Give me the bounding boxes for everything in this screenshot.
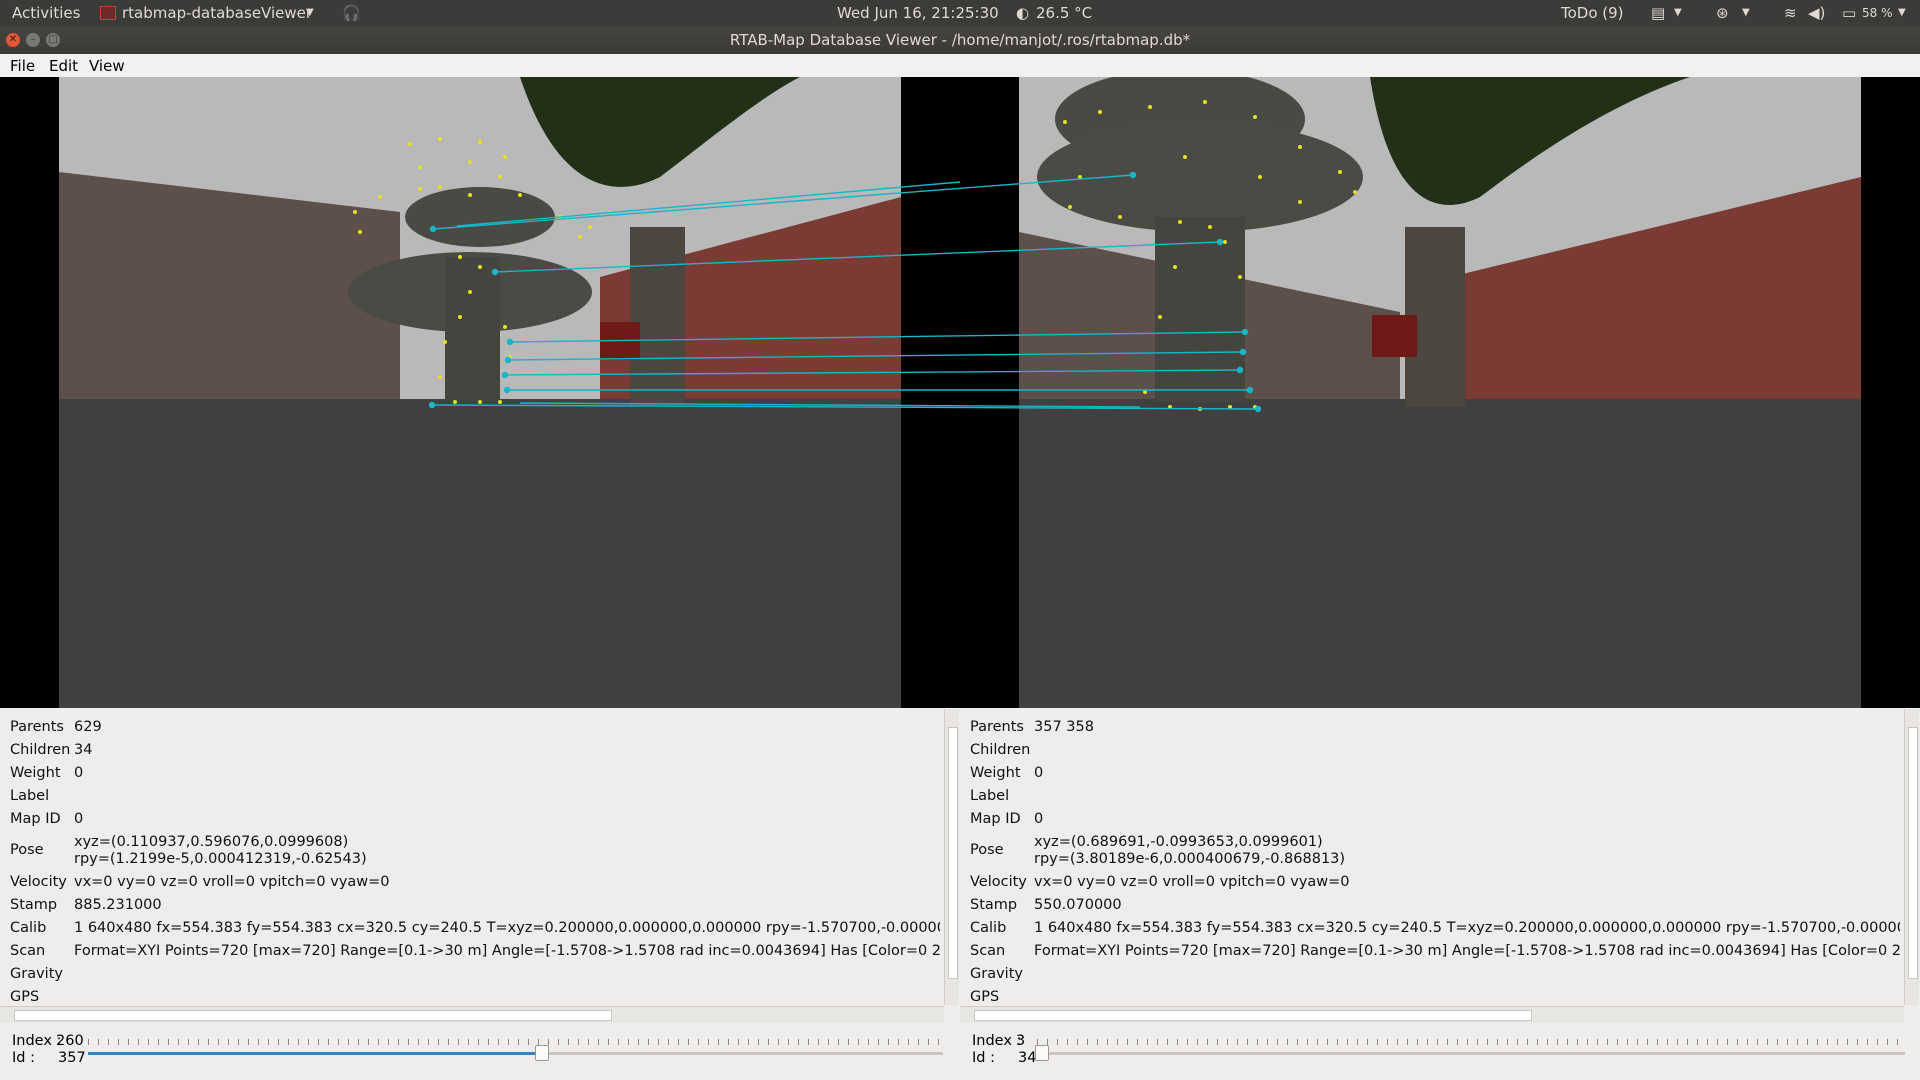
right-parents-row: Parents 357 358 — [970, 719, 1094, 735]
headset-icon[interactable]: 🎧 — [342, 4, 361, 22]
left-children-row: Children 34 — [10, 742, 93, 758]
battery-percent: 58 % — [1862, 6, 1893, 20]
right-pose-xyz: xyz=(0.689691,-0.0993653,0.0999601) — [1034, 834, 1323, 850]
menu-view[interactable]: View — [89, 57, 125, 75]
left-id-label: Id : — [12, 1050, 35, 1066]
weather-icon: ◐ — [1016, 4, 1030, 22]
chevron-down-icon: ▼ — [1898, 7, 1906, 18]
terminal-icon — [100, 6, 116, 20]
left-velocity-row: Velocity vx=0 vy=0 vz=0 vroll=0 vpitch=0 … — [10, 874, 390, 890]
menu-bar: File Edit View — [0, 54, 1920, 77]
todo-indicator[interactable]: ToDo (9) — [1561, 4, 1624, 22]
window-title: RTAB-Map Database Viewer - /home/manjot/… — [729, 31, 1191, 49]
left-index-value: 260 — [56, 1033, 84, 1049]
right-id-label: Id : — [972, 1050, 995, 1066]
stereo-image-view[interactable] — [0, 77, 1920, 708]
right-index-value: 3 — [1016, 1033, 1026, 1049]
clock[interactable]: Wed Jun 16, 21:25:30 — [837, 4, 999, 22]
left-hscroll-thumb[interactable] — [14, 1010, 612, 1021]
right-slider-handle[interactable] — [1035, 1045, 1049, 1061]
left-pose-rpy: rpy=(1.2199e-5,0.000412319,-0.62543) — [74, 851, 367, 867]
right-horizontal-scrollbar[interactable] — [960, 1006, 1904, 1023]
battery-icon[interactable]: ▭ — [1842, 4, 1856, 22]
right-gravity-row: Gravity — [970, 966, 1023, 982]
left-slider-fill — [88, 1052, 541, 1055]
right-mapid-row: Map ID 0 — [970, 811, 1044, 827]
right-info-panel[interactable]: Parents 357 358 Children Weight 0 Label Ma… — [960, 709, 1920, 1023]
activities-button[interactable]: Activities — [12, 4, 80, 22]
left-weight-row: Weight 0 — [10, 765, 84, 781]
left-parents-row: Parents 629 — [10, 719, 102, 735]
clipboard-icon[interactable]: ▤ — [1651, 4, 1665, 22]
left-id-value: 357 — [58, 1050, 86, 1066]
right-weight-row: Weight 0 — [970, 765, 1044, 781]
left-horizontal-scrollbar[interactable] — [0, 1006, 944, 1023]
menu-edit[interactable]: Edit — [49, 57, 78, 75]
left-vscroll-thumb[interactable] — [948, 727, 958, 979]
right-gps-row: GPS — [970, 989, 1000, 1005]
chevron-down-icon: ▼ — [1674, 7, 1682, 18]
left-camera-image — [59, 77, 901, 708]
left-pose-row: Pose — [10, 842, 44, 858]
left-mapid-row: Map ID 0 — [10, 811, 84, 827]
right-vertical-scrollbar[interactable] — [1904, 709, 1919, 1005]
left-label-row: Label — [10, 788, 50, 804]
right-vscroll-thumb[interactable] — [1908, 727, 1918, 979]
accessibility-icon[interactable]: ⊛ — [1716, 4, 1729, 22]
menu-file[interactable]: File — [10, 57, 35, 75]
left-vertical-scrollbar[interactable] — [944, 709, 959, 1005]
left-gps-row: GPS — [10, 989, 40, 1005]
right-calib-row: Calib 1 640x480 fx=554.383 fy=554.383 cx=… — [970, 920, 1900, 936]
right-index-slider-area: Index : 3 Id : 34 — [960, 1023, 1920, 1080]
volume-icon[interactable]: ◀) — [1808, 4, 1825, 22]
right-velocity-row: Velocity vx=0 vy=0 vz=0 vroll=0 vpitch=0 … — [970, 874, 1350, 890]
image-view-area[interactable] — [0, 77, 1920, 708]
right-camera-image — [1019, 77, 1861, 708]
right-pose-rpy: rpy=(3.80189e-6,0.000400679,-0.868813) — [1034, 851, 1346, 867]
right-stamp-row: Stamp 550.070000 — [970, 897, 1122, 913]
left-slider-ticks — [88, 1039, 943, 1045]
left-slider-handle[interactable] — [535, 1045, 549, 1061]
left-calib-row: Calib 1 640x480 fx=554.383 fy=554.383 cx=… — [10, 920, 940, 936]
system-top-bar: Activities rtabmap-databaseViewer ▼ 🎧 We… — [0, 0, 1920, 27]
left-gravity-row: Gravity — [10, 966, 63, 982]
right-index-label: Index : — [972, 1033, 1022, 1049]
right-pose-row: Pose — [970, 842, 1004, 858]
right-label-row: Label — [970, 788, 1010, 804]
left-index-slider-area: Index : 260 Id : 357 — [0, 1023, 960, 1080]
right-slider-ticks — [1037, 1039, 1905, 1045]
window-title-bar: ✕ – □ RTAB-Map Database Viewer - /home/m… — [0, 27, 1920, 54]
app-menu-button[interactable]: rtabmap-databaseViewer — [122, 4, 312, 22]
chevron-down-icon: ▼ — [306, 7, 314, 18]
left-pose-xyz: xyz=(0.110937,0.596076,0.0999608) — [74, 834, 349, 850]
left-stamp-row: Stamp 885.231000 — [10, 897, 162, 913]
wifi-icon[interactable]: ≋ — [1784, 4, 1797, 22]
temperature[interactable]: 26.5 °C — [1036, 4, 1092, 22]
right-children-row: Children — [970, 742, 1031, 758]
right-id-value: 34 — [1018, 1050, 1037, 1066]
right-slider-track[interactable] — [1037, 1052, 1905, 1055]
left-index-label: Index : — [12, 1033, 62, 1049]
right-scan-row: Scan Format=XYI Points=720 [max=720] Rang… — [970, 943, 1900, 959]
right-hscroll-thumb[interactable] — [974, 1010, 1532, 1021]
left-info-panel[interactable]: Parents 629 Children 34 Weight 0 Label Map … — [0, 709, 960, 1023]
chevron-down-icon: ▼ — [1742, 7, 1750, 18]
left-scan-row: Scan Format=XYI Points=720 [max=720] Rang… — [10, 943, 940, 959]
